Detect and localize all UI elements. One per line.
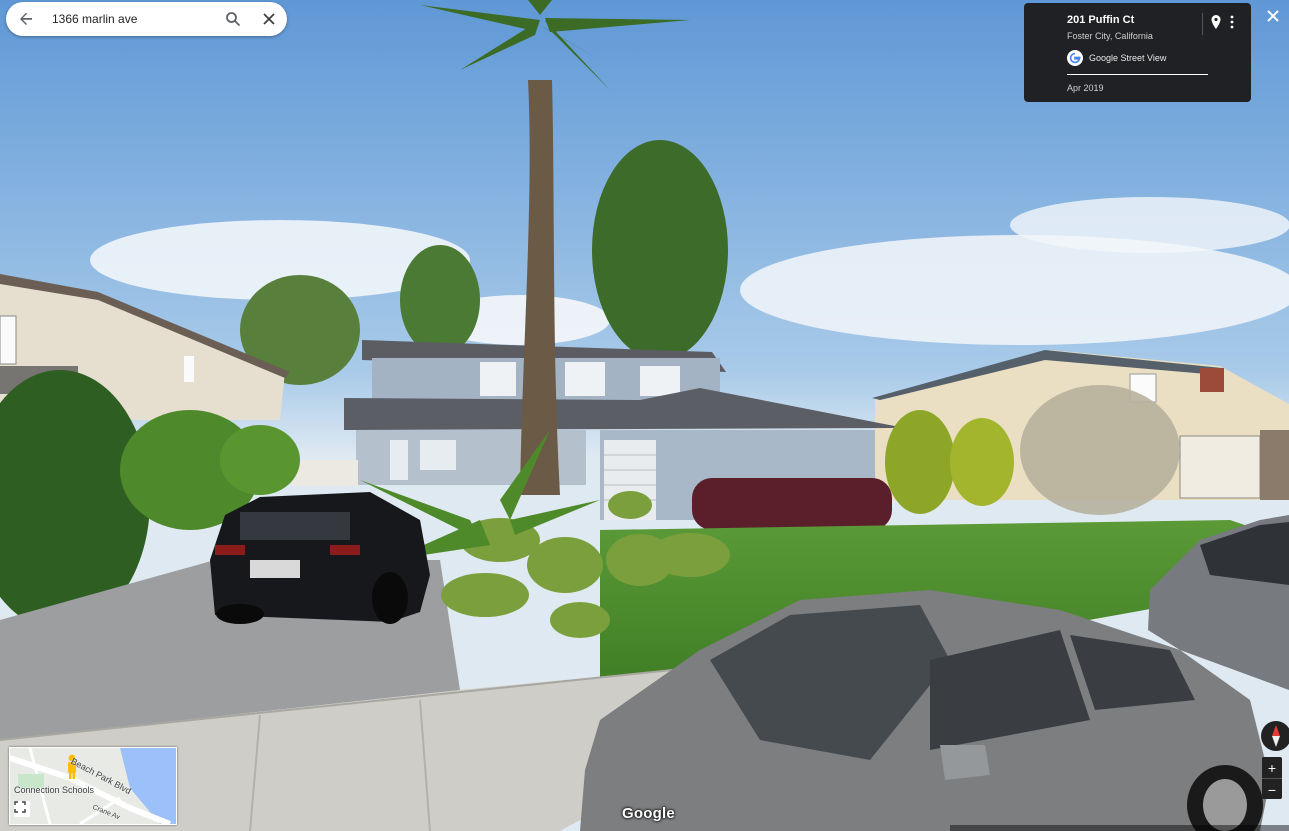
search-box (6, 2, 287, 36)
back-button[interactable] (6, 2, 46, 36)
zoom-control: + − (1262, 757, 1282, 799)
provider-row: Google Street View (1067, 50, 1166, 66)
compass-icon[interactable] (1256, 717, 1289, 755)
location-subtitle: Foster City, California (1067, 31, 1153, 41)
panorama-image (0, 0, 1289, 831)
card-divider (1067, 74, 1208, 75)
search-button[interactable] (215, 2, 251, 36)
search-icon (226, 12, 241, 27)
google-watermark: Google (622, 805, 675, 822)
location-title[interactable]: 201 Puffin Ct (1067, 14, 1134, 26)
pin-icon[interactable] (1209, 14, 1223, 30)
clear-search-button[interactable] (251, 2, 287, 36)
footer-bar (950, 825, 1289, 831)
place-label: Connection Schools (14, 785, 95, 795)
back-arrow-icon (20, 12, 32, 25)
expand-minimap-button[interactable] (14, 801, 30, 817)
zoom-out-button[interactable]: − (1262, 779, 1282, 800)
street-view-panorama[interactable] (0, 0, 1289, 831)
google-g-icon (1067, 50, 1083, 66)
more-vert-icon[interactable] (1226, 14, 1238, 30)
search-input[interactable] (46, 11, 215, 27)
zoom-in-button[interactable]: + (1262, 757, 1282, 778)
minimap[interactable]: Beach Park Blvd Connection Schools Crane… (9, 747, 177, 825)
close-icon[interactable] (1264, 7, 1282, 25)
expand-icon (14, 801, 26, 813)
card-vertical-divider (1202, 13, 1203, 35)
capture-date[interactable]: Apr 2019 (1067, 83, 1104, 93)
provider-label: Google Street View (1089, 53, 1167, 63)
location-info-card: 201 Puffin Ct Foster City, California Go… (1024, 3, 1251, 102)
close-icon (263, 13, 275, 25)
